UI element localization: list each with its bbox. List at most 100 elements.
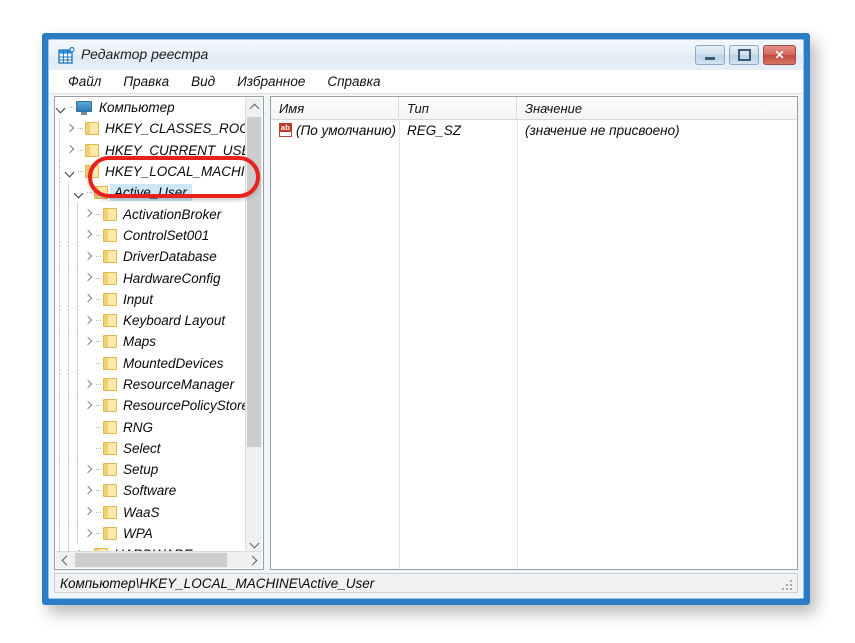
tree-indent-guide <box>64 480 73 502</box>
value-name-cell[interactable]: ab (По умолчанию) <box>271 123 399 138</box>
menu-item-favorites[interactable]: Избранное <box>226 72 316 91</box>
tree-indent-guide <box>55 395 64 417</box>
chevron-right-icon[interactable] <box>82 293 95 306</box>
tree-connector <box>95 480 103 501</box>
tree-item-hkey-current-user[interactable]: HKEY_CURRENT_USER <box>55 139 247 162</box>
scroll-right-icon[interactable] <box>245 552 262 568</box>
tree-item-resourcemanager[interactable]: ResourceManager <box>55 373 247 396</box>
tree-horizontal-scrollbar-thumb[interactable] <box>75 553 227 567</box>
tree-item-label: Keyboard Layout <box>123 313 226 329</box>
chevron-right-icon[interactable] <box>82 314 95 327</box>
tree-item-driverdatabase[interactable]: DriverDatabase <box>55 246 247 268</box>
chevron-right-icon[interactable] <box>82 229 95 242</box>
tree-item-hkey-classes-root[interactable]: HKEY_CLASSES_ROOT <box>55 118 247 140</box>
folder-icon <box>103 527 118 541</box>
tree-connector <box>95 246 103 267</box>
folder-icon <box>103 463 118 477</box>
tree-item-label: DriverDatabase <box>123 249 217 265</box>
tree-item-software[interactable]: Software <box>55 480 247 502</box>
chevron-right-icon[interactable] <box>82 208 95 221</box>
tree-item-label: HKEY_CURRENT_USER <box>105 142 247 158</box>
close-button[interactable]: ✕ <box>763 45 796 65</box>
menu-item-file[interactable]: Файл <box>57 72 112 91</box>
chevron-right-icon[interactable] <box>64 122 77 135</box>
folder-icon <box>85 122 100 136</box>
chevron-right-icon[interactable] <box>82 378 95 391</box>
tree-item-mounteddevices[interactable]: MountedDevices <box>55 352 247 375</box>
tree-indent-guide <box>55 522 64 545</box>
tree-indent-guide <box>64 395 73 417</box>
registry-editor-window: Редактор реестра ✕ Файл Правка Вид Избра… <box>42 33 810 605</box>
tree-item-wpa[interactable]: WPA <box>55 522 247 545</box>
menu-item-view[interactable]: Вид <box>180 72 226 91</box>
scroll-up-icon[interactable] <box>246 98 262 115</box>
scroll-left-icon[interactable] <box>56 552 73 568</box>
tree-connector <box>95 289 103 310</box>
tree-indent-guide <box>73 309 82 332</box>
tree-item-setup[interactable]: Setup <box>55 459 247 481</box>
folder-icon <box>85 143 100 157</box>
menu-item-help[interactable]: Справка <box>316 72 391 91</box>
chevron-down-icon[interactable] <box>55 101 68 114</box>
chevron-right-icon[interactable] <box>82 335 95 348</box>
tree-vertical-scrollbar[interactable] <box>245 98 262 553</box>
tree-indent-guide <box>55 459 64 481</box>
chevron-right-icon[interactable] <box>82 250 95 263</box>
folder-icon <box>103 228 118 242</box>
chevron-right-icon[interactable] <box>82 484 95 497</box>
chevron-down-icon[interactable] <box>73 186 86 199</box>
folder-icon <box>103 314 118 328</box>
folder-icon <box>103 250 118 264</box>
tree-item-input[interactable]: Input <box>55 288 247 311</box>
tree-item-select[interactable]: Select <box>55 437 247 460</box>
tree-item-waas[interactable]: WaaS <box>55 501 247 524</box>
tree-indent-guide <box>64 352 73 375</box>
registry-tree-pane[interactable]: Компьютер HKEY_CLASSES_ROOT HKEY_CURRENT_U… <box>54 96 264 570</box>
tree-indent-guide <box>55 309 64 332</box>
chevron-down-icon[interactable] <box>64 165 77 178</box>
chevron-right-icon[interactable] <box>82 399 95 412</box>
chevron-right-icon[interactable] <box>82 506 95 519</box>
registry-tree[interactable]: Компьютер HKEY_CLASSES_ROOT HKEY_CURRENT_U… <box>55 97 247 552</box>
tree-item-activationbroker[interactable]: ActivationBroker <box>55 203 247 226</box>
title-bar[interactable]: Редактор реестра ✕ <box>49 40 803 70</box>
tree-connector <box>95 438 103 459</box>
tree-item-maps[interactable]: Maps <box>55 331 247 353</box>
resize-grip[interactable] <box>782 578 794 590</box>
folder-icon <box>103 292 118 306</box>
tree-indent-guide <box>55 331 64 353</box>
tree-item-label: WaaS <box>123 504 160 520</box>
tree-item--[interactable]: Компьютер <box>55 97 247 118</box>
maximize-button[interactable] <box>729 45 759 65</box>
tree-item-label: ResourceManager <box>123 377 235 392</box>
tree-item-hardwareconfig[interactable]: HardwareConfig <box>55 267 247 289</box>
tree-indent-guide <box>55 501 64 524</box>
folder-icon <box>94 186 109 200</box>
minimize-button[interactable] <box>695 45 725 65</box>
tree-item-label: Input <box>123 291 154 307</box>
chevron-right-icon[interactable] <box>64 144 77 157</box>
chevron-right-icon[interactable] <box>82 272 95 285</box>
column-header-name[interactable]: Имя <box>271 97 399 119</box>
value-name-text: (По умолчанию) <box>296 123 396 138</box>
tree-item-hkey-local-machine[interactable]: HKEY_LOCAL_MACHINE <box>55 160 247 183</box>
registry-values-pane[interactable]: Имя Тип Значение ab (По умолчанию) REG_S… <box>270 96 798 570</box>
chevron-right-icon[interactable] <box>82 527 95 540</box>
tree-item-resourcepolicystore[interactable]: ResourcePolicyStore <box>55 395 247 417</box>
tree-vertical-scrollbar-thumb[interactable] <box>247 117 261 447</box>
tree-item-keyboard-layout[interactable]: Keyboard Layout <box>55 309 247 332</box>
tree-item-rng[interactable]: RNG <box>55 416 247 439</box>
tree-item-label: HKEY_CLASSES_ROOT <box>105 121 247 137</box>
tree-item-controlset001[interactable]: ControlSet001 <box>55 224 247 247</box>
column-header-type[interactable]: Тип <box>399 97 517 119</box>
chevron-right-icon[interactable] <box>82 463 95 476</box>
tree-indent-guide <box>55 480 64 502</box>
table-row[interactable]: ab (По умолчанию) REG_SZ (значение не пр… <box>271 120 797 141</box>
column-header-value[interactable]: Значение <box>517 97 797 119</box>
tree-item-active-user[interactable]: Active_User <box>55 182 247 204</box>
tree-horizontal-scrollbar[interactable] <box>56 551 262 568</box>
maximize-icon <box>730 46 758 64</box>
menu-item-edit[interactable]: Правка <box>112 72 180 91</box>
tree-indent-guide <box>64 309 73 332</box>
tree-indent-guide <box>64 203 73 226</box>
